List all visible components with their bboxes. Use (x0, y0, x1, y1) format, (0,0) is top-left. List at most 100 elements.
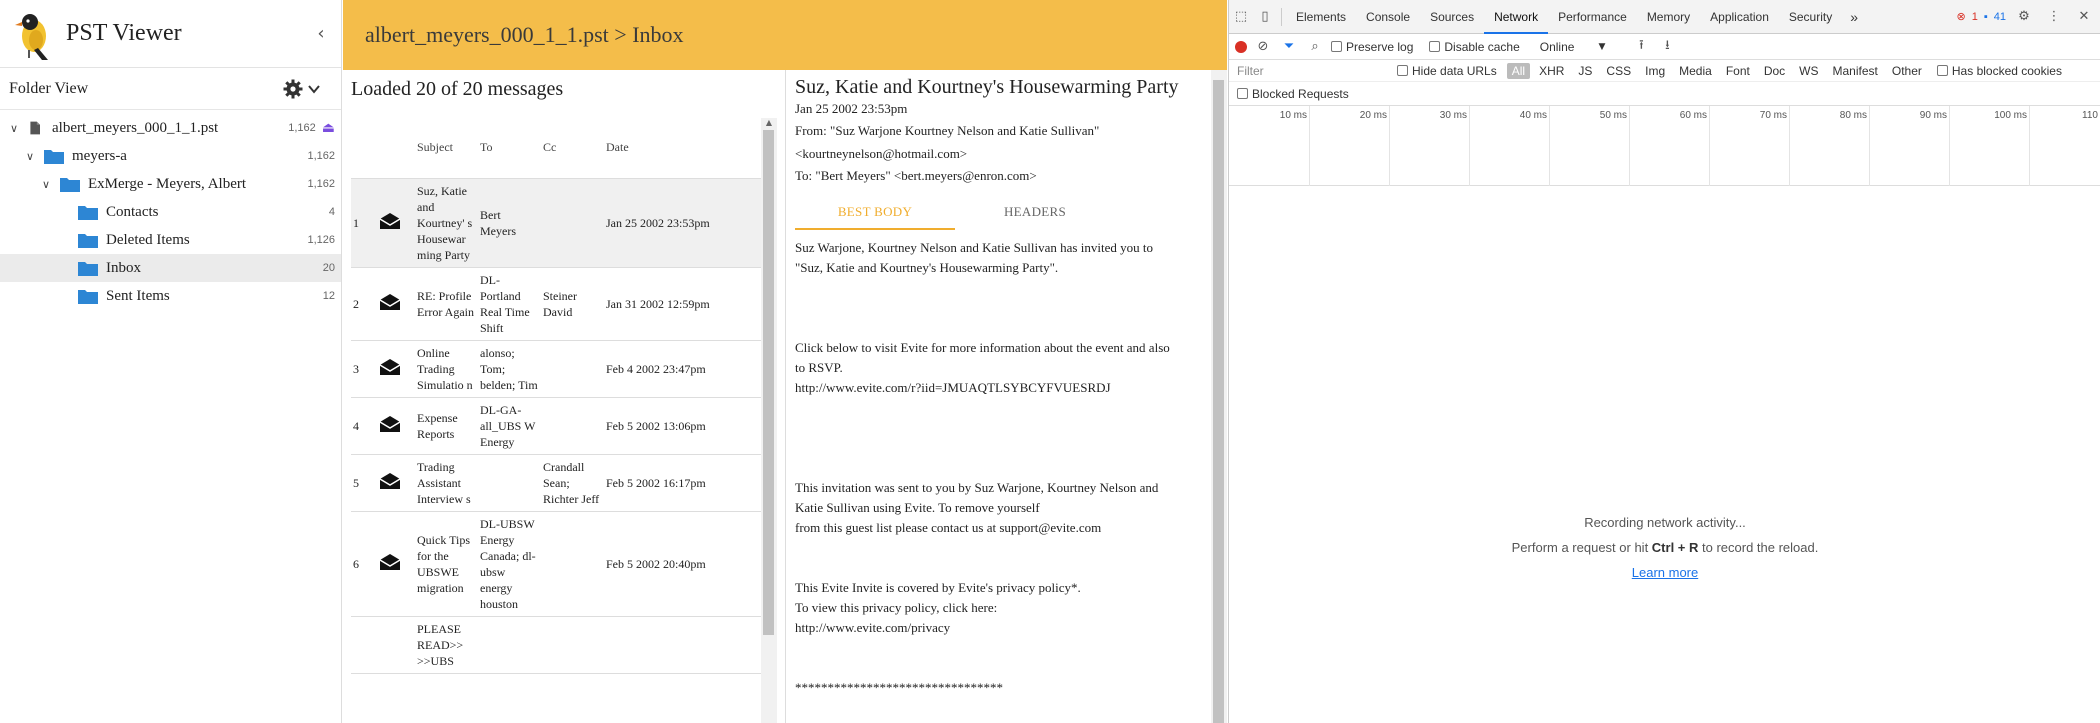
learn-more-link[interactable]: Learn more (1229, 565, 2100, 580)
more-tabs-icon[interactable]: » (1842, 9, 1866, 25)
tab-elements[interactable]: Elements (1286, 0, 1356, 34)
list-scrollbar-thumb[interactable] (763, 130, 774, 635)
type-filter-xhr[interactable]: XHR (1534, 63, 1569, 79)
table-row[interactable]: PLEASE READ>> >>UBS (351, 616, 761, 674)
inspect-element-icon[interactable]: ⬚ (1229, 9, 1253, 24)
tab-security[interactable]: Security (1779, 0, 1842, 34)
folder-view-label: Folder View (9, 79, 89, 97)
row-to: DL-Portland Real Time Shift (478, 267, 541, 341)
timeline-tick-label: 30 ms (1439, 110, 1467, 121)
kebab-menu-icon[interactable]: ⋮ (2042, 9, 2066, 24)
column-cc[interactable]: Cc (541, 118, 604, 179)
checkbox[interactable] (1936, 65, 1948, 76)
tree-item-count: 1,162 (307, 150, 335, 162)
breadcrumb: albert_meyers_000_1_1.pst > Inbox (365, 22, 684, 47)
close-icon[interactable]: ✕ (2072, 9, 2096, 24)
export-har-icon[interactable]: ⭳ (1657, 36, 1677, 58)
table-row[interactable]: 5 Trading Assistant Interview s Crandall… (351, 454, 761, 512)
type-filter-media[interactable]: Media (1674, 63, 1717, 79)
type-filter-doc[interactable]: Doc (1759, 63, 1790, 79)
chevron-down-icon[interactable]: ∨ (6, 122, 22, 135)
table-row[interactable]: 2 RE: Profile Error Again DL-Portland Re… (351, 267, 761, 341)
tree-item-sent-items[interactable]: Sent Items 12 (0, 282, 341, 310)
type-filter-js[interactable]: JS (1573, 63, 1597, 79)
preserve-log-checkbox[interactable]: Preserve log (1331, 40, 1413, 54)
envelope-cell (369, 454, 415, 512)
tree-item-pst-file[interactable]: ∨ albert_meyers_000_1_1.pst 1,162 ⏏ (0, 114, 341, 142)
checkbox[interactable] (1331, 41, 1342, 52)
has-blocked-cookies-checkbox[interactable]: Has blocked cookies (1936, 64, 2062, 78)
message-count[interactable]: 41 (1994, 11, 2006, 23)
hide-data-urls-checkbox[interactable]: Hide data URLs (1397, 64, 1497, 78)
filter-input[interactable]: Filter (1237, 64, 1397, 78)
message-icon[interactable]: ▪ (1984, 11, 1988, 23)
eject-icon[interactable]: ⏏ (322, 120, 335, 136)
error-count[interactable]: 1 (1972, 11, 1978, 23)
filter-icon[interactable]: ⏷ (1279, 39, 1299, 54)
row-number: 2 (351, 267, 369, 341)
row-date: Feb 4 2002 23:47pm (604, 340, 761, 398)
tab-memory[interactable]: Memory (1637, 0, 1700, 34)
table-row[interactable]: 4 Expense Reports DL-GA-all_UBS W Energy… (351, 397, 761, 455)
column-icon (369, 118, 415, 179)
disable-cache-checkbox[interactable]: Disable cache (1429, 40, 1520, 54)
timeline-tick-label: 90 ms (1919, 110, 1947, 121)
tab-network[interactable]: Network (1484, 0, 1549, 34)
row-cc (541, 178, 604, 268)
type-filter-all[interactable]: All (1506, 62, 1531, 79)
envelope-cell (369, 397, 415, 455)
import-har-icon[interactable]: ⭱ (1631, 36, 1651, 58)
tab-application[interactable]: Application (1700, 0, 1779, 34)
tree-item-inbox[interactable]: Inbox 20 (0, 254, 341, 282)
tab-console[interactable]: Console (1356, 0, 1420, 34)
row-date: Feb 5 2002 13:06pm (604, 397, 761, 455)
reading-scrollbar-thumb[interactable] (1213, 80, 1224, 723)
body-paragraph: ******************************** (795, 680, 1003, 695)
envelope-open-icon (379, 472, 401, 489)
chevron-down-icon[interactable]: ∨ (38, 178, 54, 191)
row-subject: RE: Profile Error Again (415, 267, 478, 341)
search-icon[interactable]: ⌕ (1305, 39, 1325, 54)
folder-settings-menu[interactable] (283, 79, 321, 99)
blocked-requests-checkbox[interactable]: Blocked Requests (1237, 87, 1349, 101)
envelope-open-icon (379, 415, 401, 432)
tab-performance[interactable]: Performance (1548, 0, 1637, 34)
checkbox[interactable] (1429, 41, 1441, 52)
tab-headers[interactable]: HEADERS (955, 198, 1115, 230)
record-icon[interactable] (1235, 40, 1247, 53)
chevron-down-icon[interactable]: ∨ (22, 150, 38, 163)
table-row[interactable]: 3 Online Trading Simulatio n alonso; Tom… (351, 340, 761, 398)
column-date[interactable]: Date (604, 118, 761, 179)
network-overview-timeline[interactable]: 10 ms 20 ms 30 ms 40 ms 50 ms 60 ms 70 m… (1229, 106, 2100, 186)
row-number: 5 (351, 454, 369, 512)
collapse-sidebar-button[interactable]: ‹ (301, 23, 341, 44)
timeline-tick-label: 80 ms (1839, 110, 1867, 121)
checkbox[interactable] (1397, 65, 1408, 76)
throttling-select[interactable]: Online ▼ (1540, 40, 1606, 54)
tree-item-label: meyers-a (72, 147, 127, 164)
type-filter-other[interactable]: Other (1887, 63, 1927, 79)
column-subject[interactable]: Subject (415, 118, 478, 179)
tree-item-contacts[interactable]: Contacts 4 (0, 198, 341, 226)
tree-item-deleted-items[interactable]: Deleted Items 1,126 (0, 226, 341, 254)
clear-icon[interactable]: ⊘ (1253, 39, 1273, 54)
type-filter-ws[interactable]: WS (1794, 63, 1823, 79)
type-filter-img[interactable]: Img (1640, 63, 1670, 79)
column-to[interactable]: To (478, 118, 541, 179)
type-filter-font[interactable]: Font (1721, 63, 1755, 79)
error-icon[interactable]: ⊗ (1957, 10, 1966, 23)
checkbox[interactable] (1237, 88, 1248, 99)
type-filter-css[interactable]: CSS (1601, 63, 1636, 79)
settings-gear-icon[interactable]: ⚙ (2012, 9, 2036, 24)
tab-best-body[interactable]: BEST BODY (795, 198, 955, 230)
tree-item-meyers-a[interactable]: ∨ meyers-a 1,162 (0, 142, 341, 170)
table-row[interactable]: 1 Suz, Katie and Kourtney' s Housewar mi… (351, 178, 761, 268)
tree-item-exmerge[interactable]: ∨ ExMerge - Meyers, Albert 1,162 (0, 170, 341, 198)
table-row[interactable]: 6 Quick Tips for the UBSWE migration DL-… (351, 511, 761, 617)
type-filter-manifest[interactable]: Manifest (1828, 63, 1883, 79)
device-toolbar-icon[interactable]: ▯ (1253, 9, 1277, 24)
tab-sources[interactable]: Sources (1420, 0, 1484, 34)
sidebar: PST Viewer ‹ Folder View ∨ albert_meyers… (0, 0, 342, 723)
body-paragraph: This Evite Invite is covered by Evite's … (795, 580, 1081, 635)
scroll-up-arrow-icon[interactable]: ▲ (761, 118, 777, 130)
